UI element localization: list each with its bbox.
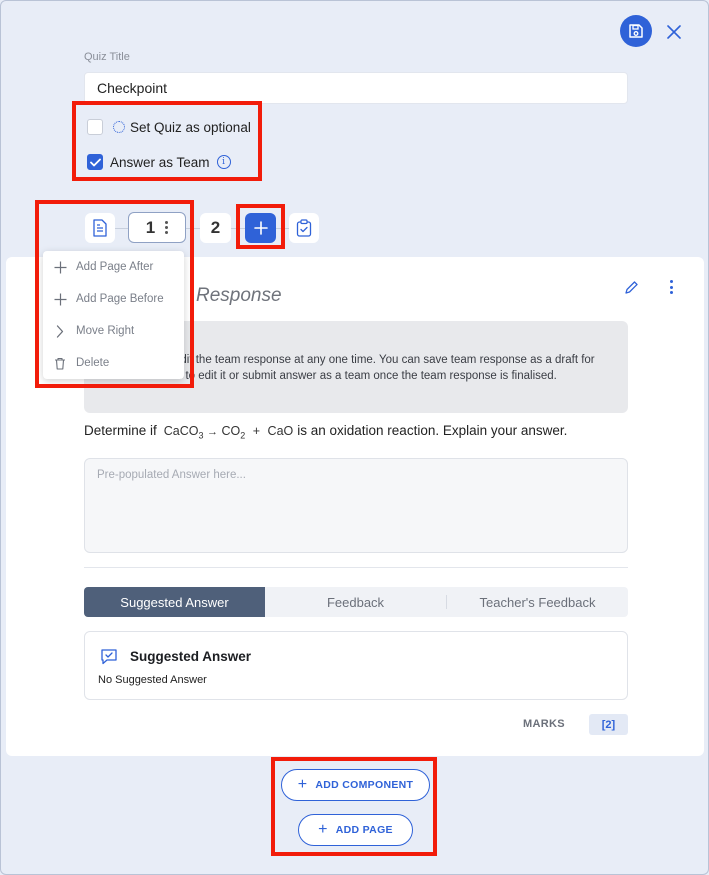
more-vertical-icon xyxy=(669,280,673,294)
menu-item-add-page-after[interactable]: Add Page After xyxy=(43,252,184,282)
page-settings-button[interactable] xyxy=(85,213,115,243)
optional-label: Set Quiz as optional xyxy=(130,119,251,135)
suggested-answer-title: Suggested Answer xyxy=(130,649,252,664)
menu-item-label: Add Page After xyxy=(76,261,154,273)
check-icon xyxy=(89,158,101,166)
component-title: Response xyxy=(196,285,282,306)
plus-icon xyxy=(53,260,67,274)
save-icon xyxy=(629,24,643,38)
marks-label: MARKS xyxy=(523,718,565,730)
add-page-tab-button[interactable] xyxy=(245,213,276,243)
add-component-button[interactable]: + ADD COMPONENT xyxy=(281,769,430,801)
menu-item-label: Delete xyxy=(76,357,110,369)
clipboard-check-icon xyxy=(296,219,312,237)
tab-suggested-answer[interactable]: Suggested Answer xyxy=(84,587,265,617)
more-vertical-icon[interactable] xyxy=(165,221,169,234)
component-more-button[interactable] xyxy=(662,276,680,298)
answer-textarea[interactable]: Pre-populated Answer here... xyxy=(84,458,628,553)
answer-tabs: Suggested Answer Feedback Teacher's Feed… xyxy=(84,587,628,617)
page-tab-label: 2 xyxy=(210,218,221,237)
plus-icon xyxy=(53,292,67,306)
plus-icon: + xyxy=(318,821,328,838)
optional-option: Set Quiz as optional xyxy=(87,119,251,135)
team-option: Answer as Team i xyxy=(87,154,231,170)
quiz-title-input[interactable]: Checkpoint xyxy=(84,72,628,104)
chevron-right-icon xyxy=(53,324,67,338)
answer-placeholder: Pre-populated Answer here... xyxy=(97,469,246,481)
close-button[interactable] xyxy=(662,20,686,44)
page-tab-2[interactable]: 2 xyxy=(200,213,231,243)
add-component-label: ADD COMPONENT xyxy=(315,779,414,791)
page-options-menu: Add Page After Add Page Before Move Righ… xyxy=(43,251,184,379)
optional-spinner-icon xyxy=(113,121,125,133)
add-page-button[interactable]: + ADD PAGE xyxy=(298,814,413,846)
menu-item-move-right[interactable]: Move Right xyxy=(43,316,184,346)
section-divider xyxy=(84,567,628,568)
chat-check-icon xyxy=(101,649,117,665)
add-page-label: ADD PAGE xyxy=(335,824,393,836)
menu-item-label: Move Right xyxy=(76,325,135,337)
page-tab-label: 1 xyxy=(145,217,156,237)
quiz-title-value: Checkpoint xyxy=(97,80,168,96)
team-label: Answer as Team xyxy=(110,154,210,170)
close-icon xyxy=(667,25,681,39)
optional-checkbox[interactable] xyxy=(87,119,103,135)
document-icon xyxy=(93,219,107,237)
team-checkbox[interactable] xyxy=(87,154,103,170)
plus-icon: + xyxy=(297,776,308,793)
menu-item-label: Add Page Before xyxy=(76,293,164,305)
menu-item-delete[interactable]: Delete xyxy=(43,348,184,378)
equation: CaCO3 → CO2 + CaO xyxy=(163,424,294,441)
question-suffix: is an oxidation reaction. Explain your a… xyxy=(297,423,568,438)
question-text: Determine if CaCO3 → CO2 + CaO is an oxi… xyxy=(84,423,567,441)
info-icon[interactable]: i xyxy=(216,155,231,169)
suggested-answer-panel xyxy=(84,631,628,700)
suggested-answer-header: Suggested Answer xyxy=(100,648,251,665)
tab-teachers-feedback[interactable]: Teacher's Feedback xyxy=(447,587,628,617)
save-button[interactable] xyxy=(620,15,652,47)
marks-value[interactable]: [2] xyxy=(589,714,628,735)
quiz-title-label: Quiz Title xyxy=(84,51,130,63)
suggested-answer-body: No Suggested Answer xyxy=(98,674,207,686)
pencil-icon xyxy=(624,280,638,294)
tab-feedback[interactable]: Feedback xyxy=(265,587,446,617)
trash-icon xyxy=(53,356,67,370)
plus-icon xyxy=(253,221,268,235)
edit-component-button[interactable] xyxy=(620,276,642,298)
menu-item-add-page-before[interactable]: Add Page Before xyxy=(43,284,184,314)
submission-page-button[interactable] xyxy=(289,213,319,243)
page-tab-1[interactable]: 1 xyxy=(128,212,186,243)
question-prefix: Determine if xyxy=(84,423,157,438)
